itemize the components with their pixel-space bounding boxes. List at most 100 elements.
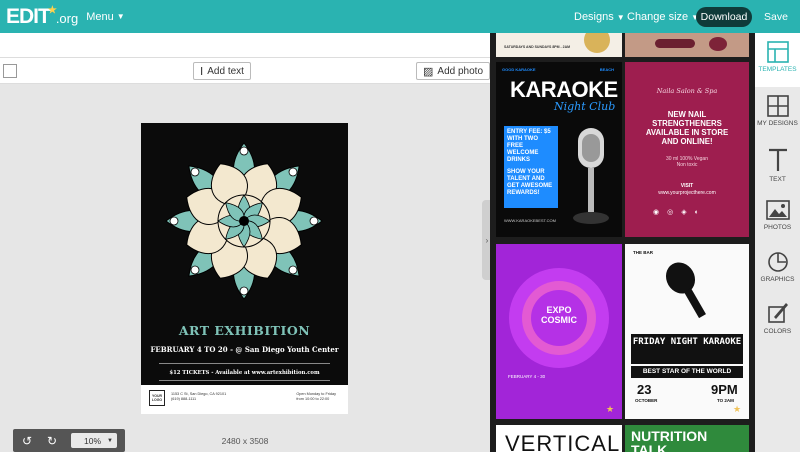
- tile-text: SATURDAYS AND SUNDAYS 8PM - 2AM: [504, 45, 571, 49]
- chevron-down-icon: ▼: [616, 12, 625, 22]
- sidebar-item-label: PHOTOS: [763, 224, 792, 231]
- zoom-toolbar: ↺ ↻ 10% ▼: [13, 429, 125, 452]
- tile-text: BEACH: [599, 67, 614, 72]
- poster-title[interactable]: ART EXHIBITION: [141, 323, 348, 338]
- friday-tagline: BEST STAR OF THE WORLD: [631, 366, 743, 378]
- photos-icon: [765, 200, 790, 220]
- save-button[interactable]: Save: [759, 7, 793, 27]
- poster-divider: [159, 380, 330, 381]
- add-photo-button[interactable]: ▨ Add photo: [416, 62, 490, 80]
- change-size-dropdown[interactable]: Change size▼: [627, 11, 699, 23]
- tile-text: GOOD KARAOKE: [502, 67, 536, 72]
- template-tile-nutrition[interactable]: NUTRITION TALK: [625, 425, 749, 452]
- text-cursor-icon: Ⅰ: [200, 65, 204, 78]
- tile-text: Naila Salon & Spa: [656, 87, 718, 95]
- graphics-icon: [767, 252, 788, 272]
- add-text-button[interactable]: Ⅰ Add text: [193, 62, 251, 80]
- editor-toolbar: Ⅰ Add text ▨ Add photo: [0, 57, 490, 84]
- friday-time-sub: TO 2AM: [717, 398, 734, 403]
- sidebar-item-graphics[interactable]: GRAPHICS: [755, 245, 800, 295]
- friday-title: FRIDAY NIGHT KARAOKE: [631, 334, 743, 364]
- header-strip: [0, 33, 490, 57]
- logo-star-icon: ★: [47, 4, 57, 16]
- vertical-title: VERTICAL: [505, 431, 621, 452]
- template-tile-top-right[interactable]: [625, 33, 749, 57]
- template-tile-top-left[interactable]: SATURDAYS AND SUNDAYS 8PM - 2AM: [496, 33, 622, 57]
- my-designs-icon: [766, 95, 789, 117]
- mandala-graphic: [165, 142, 323, 300]
- nails-visit: VISIT: [680, 183, 694, 189]
- sidebar-item-label: TEMPLATES: [758, 66, 797, 73]
- poster-footer: YOUR LOGO 1153 C St, San Diego, CA 92101…: [141, 385, 348, 414]
- text-icon: [768, 148, 787, 171]
- sidebar-item-label: COLORS: [763, 328, 792, 335]
- sidebar-item-photos[interactable]: PHOTOS: [755, 193, 800, 243]
- zoom-select[interactable]: 10% ▼: [71, 433, 117, 448]
- menu-dropdown[interactable]: Menu ▼: [86, 11, 124, 23]
- designs-label: Designs: [574, 11, 614, 23]
- zoom-value: 10%: [84, 435, 102, 446]
- expo-title: EXPO COSMIC: [541, 305, 577, 325]
- karaoke-promo-box: ENTRY FEE: $5 WITH TWO FREE WELCOME DRIN…: [504, 126, 558, 208]
- nails-details: 30 ml 100% Vegan Non toxic: [666, 156, 708, 168]
- add-text-label: Add text: [207, 65, 244, 77]
- template-tile-friday-karaoke[interactable]: THE BAR FRIDAY NIGHT KARAOKE BEST STAR O…: [625, 244, 749, 419]
- karaoke-promo2: SHOW YOUR TALENT AND GET AWESOME REWARDS…: [507, 169, 553, 196]
- edit-org-logo[interactable]: EDIT★.org: [6, 5, 78, 29]
- poster-subtitle[interactable]: FEBRUARY 4 TO 20 - @ San Diego Youth Cen…: [141, 345, 348, 354]
- karaoke-script: Night Club: [554, 100, 616, 113]
- change-size-label: Change size: [627, 11, 689, 23]
- designs-dropdown[interactable]: Designs ▼: [574, 11, 625, 23]
- colors-icon: [767, 303, 788, 323]
- poster-address[interactable]: 1153 C St, San Diego, CA 92101 (619) 888-…: [171, 392, 226, 402]
- poster-divider: [159, 363, 330, 364]
- sidebar-item-my-designs[interactable]: MY DESIGNS: [755, 89, 800, 139]
- top-bar: EDIT★.org Menu▼ Designs▼ Change size▼ Do…: [0, 0, 800, 33]
- karaoke-promo: ENTRY FEE: $5 WITH TWO FREE WELCOME DRIN…: [507, 129, 551, 163]
- tile-url: WWW.KARAOKEBEST.COM: [504, 218, 557, 223]
- poster-design[interactable]: ART EXHIBITION FEBRUARY 4 TO 20 - @ San …: [141, 123, 348, 414]
- nutrition-title: NUTRITION TALK: [631, 428, 708, 452]
- tile-url: www.yourprojecthere.com: [658, 190, 716, 196]
- friday-day: 23: [637, 382, 652, 397]
- friday-time: 9PM: [711, 382, 738, 397]
- star-icon: ★: [733, 404, 742, 414]
- redo-icon[interactable]: ↻: [44, 433, 60, 449]
- lipstick-image: [655, 39, 695, 48]
- chevron-right-icon: ›: [485, 235, 489, 245]
- right-sidebar: TEMPLATES MY DESIGNS TEXT PHOTOS GRAPHIC…: [755, 33, 800, 452]
- image-icon: ▨: [423, 65, 434, 78]
- microphone-icon: [665, 262, 706, 319]
- template-tile-vertical[interactable]: VERTICAL: [496, 425, 622, 452]
- sidebar-item-text[interactable]: TEXT: [755, 141, 800, 191]
- tile-text: THE BAR: [633, 250, 653, 255]
- canvas-dimensions: 2480 x 3508: [221, 436, 269, 446]
- poster-hours[interactable]: Open Monday to Friday from 10:00 to 22:00: [296, 392, 336, 402]
- template-tile-expo[interactable]: EXPO COSMIC FEBRUARY 4 - 30 ★: [496, 244, 622, 419]
- sidebar-item-label: MY DESIGNS: [757, 120, 798, 127]
- hours-line: from 10:00 to 22:00: [296, 397, 330, 401]
- phone-line: (619) 888-1111: [171, 397, 197, 401]
- social-icons: ◉◎◈◐: [653, 209, 707, 216]
- add-photo-label: Add photo: [437, 65, 484, 77]
- templates-icon: [766, 41, 789, 63]
- friday-month: OCTOBER: [635, 398, 658, 403]
- food-bowl-image: [584, 33, 610, 53]
- select-all-checkbox[interactable]: [3, 64, 17, 78]
- chevron-down-icon: ▼: [116, 12, 125, 21]
- template-gallery[interactable]: SATURDAYS AND SUNDAYS 8PM - 2AM GOOD KAR…: [490, 33, 755, 452]
- menu-label: Menu: [86, 10, 114, 23]
- undo-icon[interactable]: ↺: [19, 433, 35, 449]
- sidebar-item-templates[interactable]: TEMPLATES: [755, 33, 800, 87]
- template-tile-karaoke[interactable]: GOOD KARAOKE BEACH KARAOKE Night Club EN…: [496, 62, 622, 237]
- poster-ticket-line[interactable]: $12 TICKETS - Available at www.artexhibi…: [141, 370, 348, 376]
- nails-headline: NEW NAIL STRENGTHENERS AVAILABLE IN STOR…: [645, 110, 729, 146]
- download-button[interactable]: Download: [696, 7, 752, 27]
- microphone-icon: [573, 128, 609, 224]
- poster-logo-placeholder[interactable]: YOUR LOGO: [149, 390, 165, 406]
- sidebar-item-label: GRAPHICS: [760, 276, 795, 283]
- nail-polish-image: [709, 37, 727, 51]
- sidebar-item-colors[interactable]: COLORS: [755, 295, 800, 345]
- chevron-down-icon: ▼: [107, 437, 113, 444]
- template-tile-nails[interactable]: Naila Salon & Spa NEW NAIL STRENGTHENERS…: [625, 62, 749, 237]
